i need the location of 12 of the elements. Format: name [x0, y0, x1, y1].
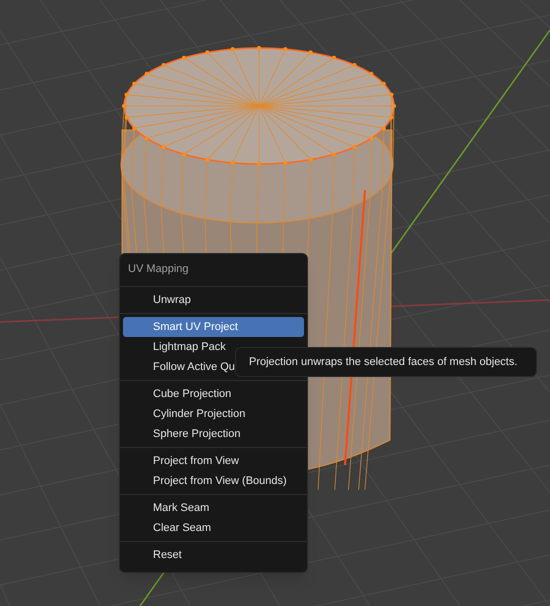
- menu-item[interactable]: Mark Seam: [123, 498, 304, 518]
- menu-item[interactable]: Reset: [123, 544, 304, 564]
- menu-item[interactable]: Cube Projection: [123, 384, 304, 404]
- menu-item[interactable]: Unwrap: [123, 290, 304, 310]
- menu-item[interactable]: Project from View (Bounds): [123, 470, 304, 490]
- menu-title: UV Mapping: [127, 262, 190, 277]
- menu-item[interactable]: Smart UV Project: [123, 316, 304, 336]
- menu-item[interactable]: Cylinder Projection: [123, 404, 304, 424]
- menu-item[interactable]: Clear Seam: [123, 518, 304, 538]
- menu-item[interactable]: Project from View: [123, 450, 304, 470]
- menu-item[interactable]: Sphere Projection: [123, 424, 304, 444]
- tooltip: Projection unwraps the selected faces of mesh objects.: [235, 347, 537, 377]
